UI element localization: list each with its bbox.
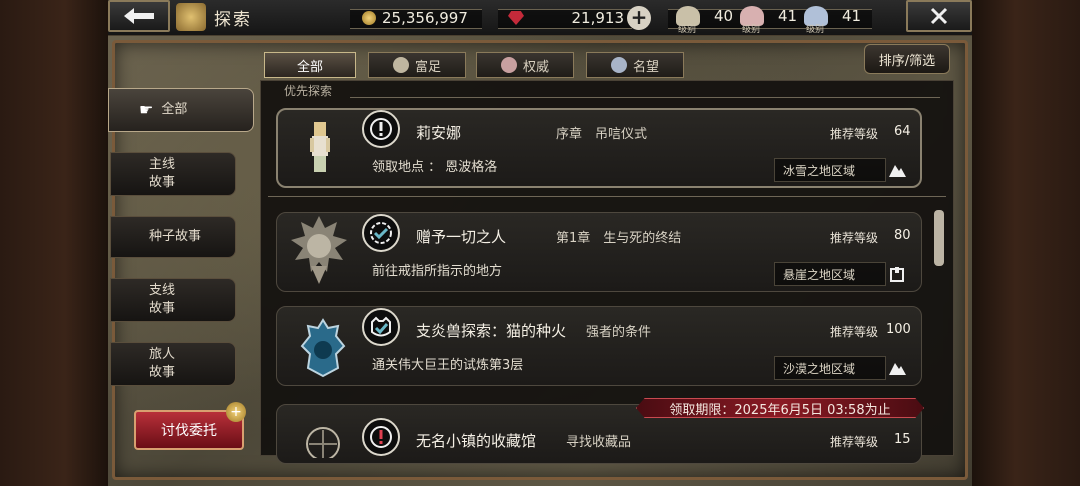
add-gems-button[interactable]: + [627,6,651,30]
sort-filter-button[interactable]: 排序/筛选 [864,44,950,74]
gold-counter: 25,356,997 [362,8,468,28]
cat-check-icon [371,316,391,337]
gold-coin-icon [362,11,376,25]
recommended-level-label: 推荐等级 [830,231,879,245]
level-2-caption: 级别 [742,25,761,35]
exclamation-emblem [362,110,400,148]
crest-ornate-icon [284,212,354,288]
back-arrow-icon [124,8,154,24]
section-divider [350,97,940,98]
quest-subtext: 通关伟大巨王的试炼第3层 [372,358,524,373]
quest-chapter: 寻找收藏品 [566,435,632,450]
level-3-caption: 级别 [806,25,825,35]
back-button[interactable] [108,0,170,32]
new-badge-icon: + [226,402,246,422]
sidebar-item-main-story-label: 主线 故事 [149,157,176,190]
deadline-text: 领取期限：2025年6月5日 03:58为止 [669,402,891,418]
recommended-level-label: 推荐等级 [830,325,879,339]
gem-counter: 21,913 [508,8,624,28]
deadline-banner: 领取期限：2025年6月5日 03:58为止 [636,398,924,418]
cliff-region-icon [884,262,910,286]
level-1-caption: 级别 [678,25,697,35]
gem-icon [508,11,524,25]
tab-all[interactable]: 全部 [264,52,356,78]
exclamation-icon [370,118,392,140]
quest-chapter: 第1章 生与死的终结 [556,231,682,246]
sort-filter-label: 排序/筛选 [878,53,936,69]
quest-title: 支炎兽探索：猫的种火 [416,322,567,340]
tab-fame[interactable]: 名望 [586,52,684,78]
sidebar-item-all-label: 全部 [161,102,188,117]
region-label: 冰雪之地区域 [783,163,856,178]
quest-title: 赠予一切之人 [416,228,507,246]
level-1-value: 40 [714,7,734,25]
quest-subtext: 前往戒指所指示的地方 [372,264,503,279]
page-title-box: 探索 [176,2,286,32]
sidebar-item-seed-story[interactable]: 种子故事 [110,216,236,258]
region-badge: 冰雪之地区域 [774,158,886,182]
close-icon [930,7,948,25]
sidebar-item-side-story-label: 支线 故事 [149,283,176,316]
quest-title: 无名小镇的收藏馆 [416,432,537,450]
quest-title: 莉安娜 [416,124,462,142]
right-border [972,0,1080,486]
tab-wealth-label: 富足 [414,59,441,75]
page-title: 探索 [214,9,252,30]
quest-chapter: 序章 吊唁仪式 [556,127,648,142]
left-border [0,0,108,486]
list-scrollbar[interactable] [934,210,944,266]
recommended-level-value: 80 [894,228,911,243]
wealth-icon [392,57,409,73]
check-icon [370,222,392,244]
tab-power[interactable]: 权威 [476,52,574,78]
cat-check-emblem [362,308,400,346]
desert-region-icon [884,356,910,380]
crest-cat-icon [288,310,358,386]
region-badge: 悬崖之地区域 [774,262,886,286]
locked-emblem [362,418,400,456]
sidebar-item-traveler-story[interactable]: 旅人 故事 [110,342,236,386]
pointing-hand-icon: ☛ [139,100,154,119]
recommended-level-value: 15 [894,432,911,447]
level-3-value: 41 [842,7,862,25]
sidebar-item-side-story[interactable]: 支线 故事 [110,278,236,322]
close-button[interactable] [906,0,972,32]
section-title: 优先探索 [284,84,333,98]
recommended-level-label: 推荐等级 [830,435,879,449]
recommended-level-value: 64 [894,124,911,139]
quest-subtext: 领取地点 ： 恩波格洛 [372,160,498,175]
check-emblem [362,214,400,252]
sidebar-item-seed-story-label: 种子故事 [149,229,202,244]
recommended-level-label: 推荐等级 [830,127,879,141]
level-2-value: 41 [778,7,798,25]
tab-fame-label: 名望 [632,59,659,75]
character-portrait-icon [310,122,330,172]
section-divider-2 [268,196,946,197]
region-label: 悬崖之地区域 [783,267,856,282]
explore-icon [176,3,206,31]
region-badge: 沙漠之地区域 [774,356,886,380]
recommended-level-value: 100 [886,322,911,337]
tab-power-label: 权威 [522,59,549,75]
tab-wealth[interactable]: 富足 [368,52,466,78]
tab-all-label: 全部 [296,59,323,75]
sidebar-item-main-story[interactable]: 主线 故事 [110,152,236,196]
snow-region-icon [884,158,910,182]
locked-exclamation-icon [370,426,392,448]
gem-value: 21,913 [571,9,625,27]
crest-sun-icon [288,418,358,458]
quest-chapter: 强者的条件 [586,325,652,340]
sidebar-item-traveler-story-label: 旅人 故事 [149,347,176,380]
gold-value: 25,356,997 [382,9,468,27]
power-icon [500,57,517,73]
sidebar-item-all[interactable]: ☛ 全部 [108,88,254,132]
subjugation-commission-label: 讨伐委托 [161,423,217,439]
fame-icon [610,57,627,73]
region-label: 沙漠之地区域 [783,361,856,376]
